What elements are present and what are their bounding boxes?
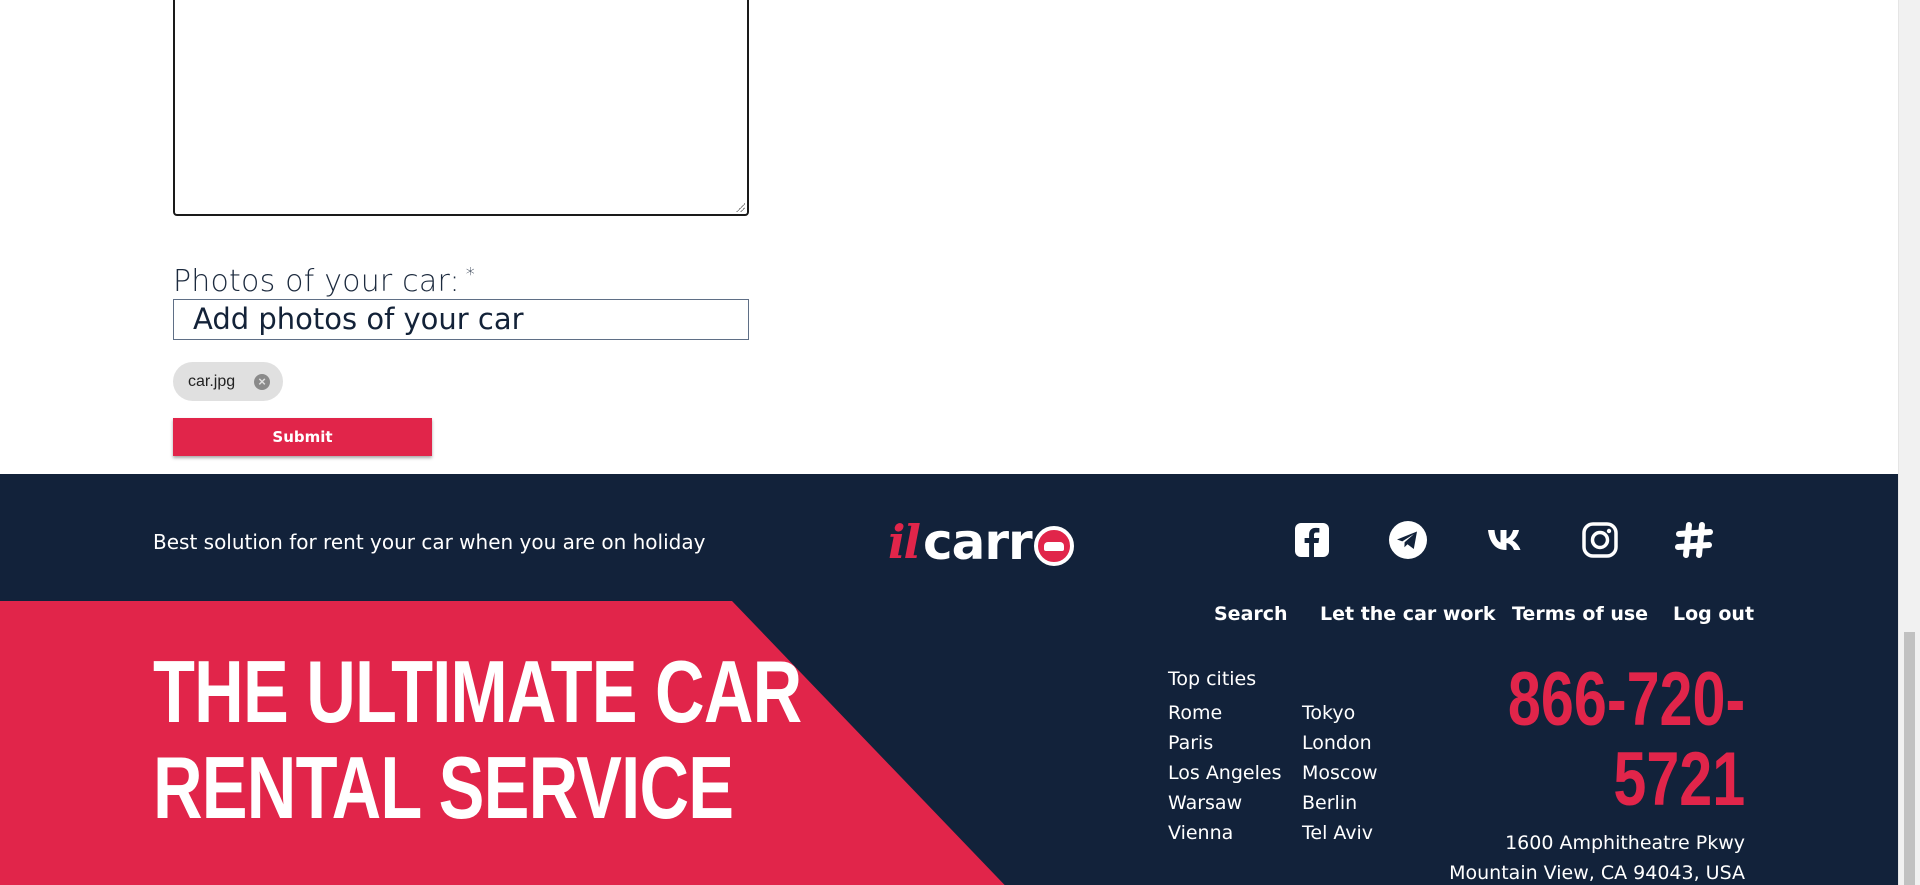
headline-line-2: RENTAL SERVICE [153,738,734,837]
city-link[interactable]: London [1302,728,1378,758]
city-link[interactable]: Tel Aviv [1302,818,1378,848]
logo-prefix: il [888,515,921,569]
scrollbar-thumb[interactable] [1904,632,1915,885]
vertical-scrollbar[interactable] [1898,0,1920,885]
city-link[interactable]: Paris [1168,728,1281,758]
city-link[interactable]: Vienna [1168,818,1281,848]
page: Photos of your car: * Add photos of your … [0,0,1898,885]
file-chip-label: car.jpg [188,372,236,390]
city-link[interactable]: Warsaw [1168,788,1281,818]
slack-icon[interactable] [1674,520,1714,560]
remove-file-icon[interactable]: × [254,374,270,390]
address-line-2: Mountain View, CA 94043, USA [1449,862,1745,884]
city-link[interactable]: Los Angeles [1168,758,1281,788]
resize-grip-icon[interactable] [735,202,745,212]
add-photos-input[interactable]: Add photos of your car [173,299,749,340]
facebook-icon[interactable] [1292,520,1332,560]
city-link[interactable]: Tokyo [1302,698,1378,728]
photos-label: Photos of your car: * [173,264,475,299]
city-link[interactable]: Moscow [1302,758,1378,788]
cities-right-column: Tokyo London Moscow Berlin Tel Aviv [1302,698,1378,848]
footer: Best solution for rent your car when you… [0,474,1898,885]
logo-car-icon [1033,526,1074,566]
nav-terms-link[interactable]: Terms of use [1512,603,1648,625]
headline-line-1: THE ULTIMATE CAR [153,642,802,741]
address: 1600 Amphitheatre Pkwy Mountain View, CA… [1449,828,1745,885]
submit-button[interactable]: Submit [173,418,432,456]
photos-label-text: Photos of your car: [173,264,460,299]
ilcarro-logo[interactable]: il carr [888,512,1074,572]
footer-headline: THE ULTIMATE CAR RENTAL SERVICE [153,642,802,837]
add-photos-placeholder: Add photos of your car [193,302,524,336]
logo-word: carr [922,513,1033,571]
nav-let-car-work-link[interactable]: Let the car work [1320,603,1495,625]
file-chip: car.jpg × [173,362,283,401]
telegram-icon[interactable] [1388,520,1428,560]
address-line-1: 1600 Amphitheatre Pkwy [1505,832,1745,854]
instagram-icon[interactable] [1580,520,1620,560]
nav-search-link[interactable]: Search [1214,603,1288,625]
top-cities-title: Top cities [1168,668,1257,690]
city-link[interactable]: Rome [1168,698,1281,728]
nav-logout-link[interactable]: Log out [1673,603,1754,625]
city-link[interactable]: Berlin [1302,788,1378,818]
phone-number[interactable]: 866-720- 5721 [1508,660,1745,820]
phone-line-2: 5721 [1613,737,1745,822]
description-textarea[interactable] [173,0,749,216]
required-mark: * [465,264,475,285]
vk-icon[interactable] [1486,520,1526,560]
cities-left-column: Rome Paris Los Angeles Warsaw Vienna [1168,698,1281,848]
footer-tagline: Best solution for rent your car when you… [153,530,706,554]
phone-line-1: 866-720- [1507,657,1745,742]
